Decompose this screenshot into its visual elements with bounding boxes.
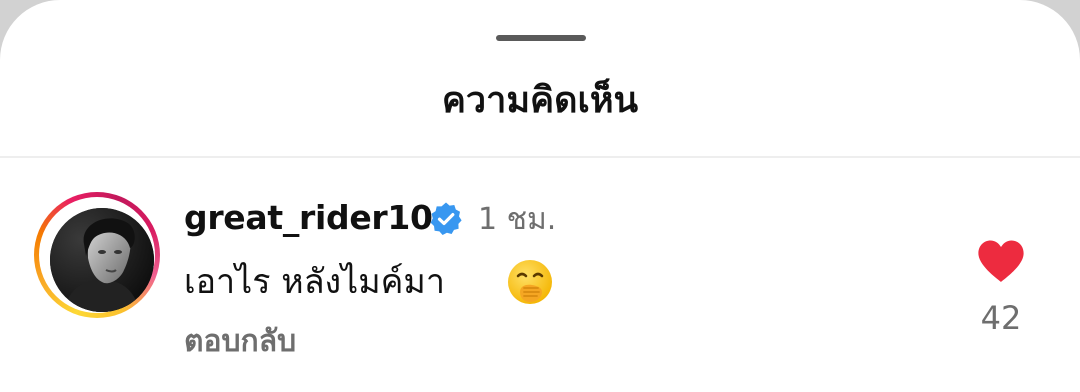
face-with-hand-over-mouth-icon <box>506 258 554 306</box>
sheet-drag-handle[interactable] <box>496 35 586 41</box>
like-count: 42 <box>980 299 1022 337</box>
verified-badge-icon <box>428 201 464 237</box>
comments-sheet: ความคิดเห็น great_rider10 1 ชม. เอาไร หล… <box>0 0 1080 392</box>
avatar-portrait-image <box>50 208 154 312</box>
reply-button[interactable]: ตอบกลับ <box>184 320 296 364</box>
heart-icon[interactable] <box>976 238 1026 284</box>
avatar[interactable] <box>50 208 154 312</box>
header-divider <box>0 156 1080 158</box>
story-ring[interactable] <box>34 192 160 318</box>
comment-timestamp: 1 ชม. <box>478 202 557 237</box>
comment-text: เอาไร หลังไมค์มา <box>184 262 445 302</box>
sheet-title: ความคิดเห็น <box>441 80 639 121</box>
comment-username[interactable]: great_rider10 <box>184 196 433 240</box>
